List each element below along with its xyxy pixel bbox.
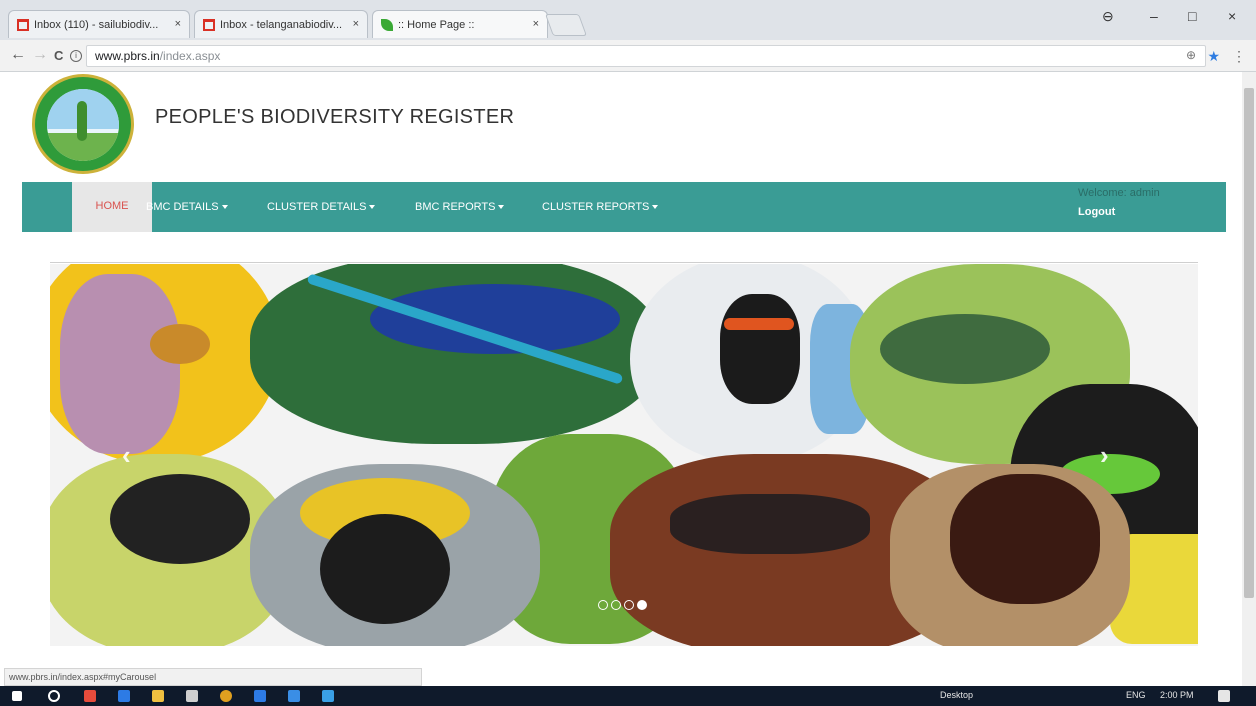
- browser-toolbar: ← → C i www.pbrs.in/index.aspx ⊕ ★ ⋮: [0, 40, 1256, 72]
- ie-icon[interactable]: [254, 690, 266, 702]
- close-window-icon[interactable]: ×: [1228, 8, 1236, 24]
- url-host: www.pbrs.in: [95, 49, 160, 63]
- tab-gmail-inbox-2[interactable]: Inbox - telanganabiodiv... ×: [194, 10, 368, 38]
- nav-home-label: HOME: [95, 200, 129, 212]
- minimize-icon[interactable]: –: [1150, 8, 1158, 24]
- divider: [50, 262, 1198, 263]
- back-icon[interactable]: ←: [10, 46, 26, 64]
- site-logo[interactable]: [32, 74, 134, 174]
- nav-bmc-details-label: BMC DETAILS: [146, 201, 219, 213]
- status-url: www.pbrs.in/index.aspx#myCarousel: [4, 668, 422, 686]
- store-icon[interactable]: [186, 690, 198, 702]
- url-path: /index.aspx: [159, 49, 221, 63]
- app-icon[interactable]: [84, 690, 96, 702]
- close-tab-icon[interactable]: ×: [533, 18, 539, 30]
- info-icon[interactable]: i: [70, 50, 82, 62]
- nav-home[interactable]: HOME: [72, 182, 152, 232]
- nav-bmc-reports[interactable]: BMC REPORTS: [415, 201, 505, 213]
- app-icon[interactable]: [288, 690, 300, 702]
- image-carousel[interactable]: ‹ ›: [50, 264, 1198, 646]
- caret-down-icon: [498, 205, 505, 210]
- notifications-icon[interactable]: [1218, 690, 1230, 702]
- scrollbar-thumb[interactable]: [1244, 88, 1254, 598]
- logout-link[interactable]: Logout: [1078, 206, 1115, 218]
- main-navbar: HOME BMC DETAILS CLUSTER DETAILS BMC REP…: [22, 182, 1226, 232]
- tab-title: Inbox - telanganabiodiv...: [220, 18, 343, 31]
- nav-cluster-reports-label: CLUSTER REPORTS: [542, 201, 650, 213]
- tab-title: Inbox (110) - sailubiodiv...: [34, 18, 159, 31]
- nav-cluster-details-label: CLUSTER DETAILS: [267, 201, 367, 213]
- tab-title: :: Home Page ::: [398, 18, 475, 31]
- carousel-next-icon[interactable]: ›: [1100, 440, 1109, 471]
- windows-start-icon[interactable]: [12, 691, 22, 701]
- forward-icon[interactable]: →: [32, 46, 48, 64]
- page-scrollbar[interactable]: [1242, 72, 1256, 686]
- carousel-image-bee: [150, 324, 210, 364]
- browser-menu-icon[interactable]: ⋮: [1232, 48, 1246, 65]
- nav-bmc-reports-label: BMC REPORTS: [415, 201, 496, 213]
- close-tab-icon[interactable]: ×: [175, 18, 181, 30]
- search-icon[interactable]: [48, 690, 60, 702]
- caret-down-icon: [221, 205, 228, 210]
- caret-down-icon: [369, 205, 376, 210]
- new-tab-button[interactable]: [544, 14, 588, 36]
- carousel-indicators: [598, 600, 647, 610]
- carousel-indicator[interactable]: [611, 600, 621, 610]
- nav-cluster-reports[interactable]: CLUSTER REPORTS: [542, 201, 659, 213]
- nav-cluster-details[interactable]: CLUSTER DETAILS: [267, 201, 376, 213]
- bookmark-star-icon[interactable]: ★: [1207, 48, 1220, 65]
- zoom-icon[interactable]: ⊕: [1186, 48, 1196, 62]
- language-indicator[interactable]: ENG: [1126, 690, 1146, 700]
- edge-icon[interactable]: [118, 690, 130, 702]
- carousel-indicator[interactable]: [624, 600, 634, 610]
- account-icon[interactable]: ⊖: [1102, 8, 1114, 25]
- reload-icon[interactable]: C: [54, 48, 63, 63]
- browser-tab-strip: Inbox (110) - sailubiodiv... × Inbox - t…: [0, 0, 1256, 40]
- clock[interactable]: 2:00 PM: [1160, 690, 1194, 700]
- desktop-label[interactable]: Desktop: [940, 690, 973, 700]
- carousel-indicator-active[interactable]: [637, 600, 647, 610]
- tab-home-page[interactable]: :: Home Page :: ×: [372, 10, 548, 38]
- carousel-indicator[interactable]: [598, 600, 608, 610]
- welcome-text: Welcome: admin: [1078, 187, 1160, 199]
- address-bar[interactable]: www.pbrs.in/index.aspx: [86, 45, 1206, 67]
- file-explorer-icon[interactable]: [152, 690, 164, 702]
- windows-taskbar: Desktop ENG 2:00 PM: [0, 686, 1256, 706]
- logo-emblem: [47, 89, 119, 161]
- tab-gmail-inbox-1[interactable]: Inbox (110) - sailubiodiv... ×: [8, 10, 190, 38]
- nav-bmc-details[interactable]: BMC DETAILS: [146, 201, 228, 213]
- app-icon[interactable]: [322, 690, 334, 702]
- gmail-icon: [17, 18, 29, 31]
- maximize-icon[interactable]: □: [1188, 8, 1196, 24]
- carousel-prev-icon[interactable]: ‹: [122, 440, 131, 471]
- close-tab-icon[interactable]: ×: [353, 18, 359, 30]
- leaf-icon: [381, 18, 393, 31]
- site-title: PEOPLE'S BIODIVERSITY REGISTER: [155, 106, 515, 128]
- chrome-icon[interactable]: [220, 690, 232, 702]
- gmail-icon: [203, 18, 215, 31]
- caret-down-icon: [652, 205, 659, 210]
